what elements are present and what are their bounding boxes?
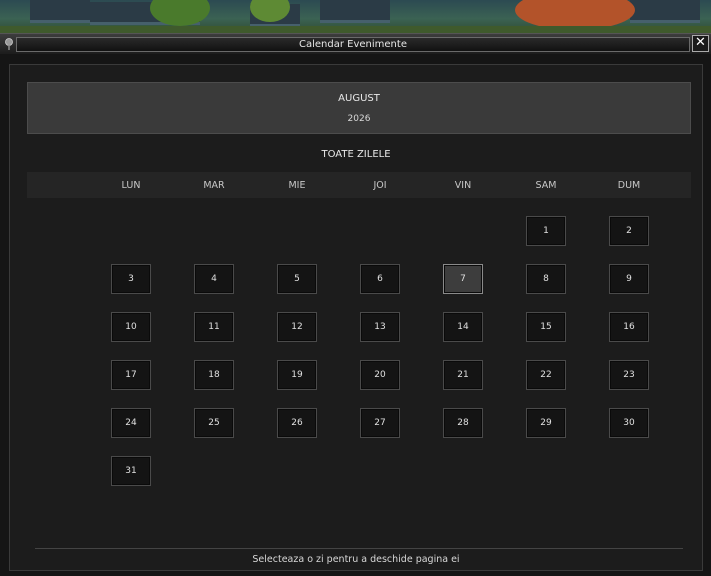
- day-button-5[interactable]: 5: [277, 264, 317, 294]
- calendar-window: Calendar Evenimente ✕ AUGUST 2026 TOATE …: [0, 33, 711, 576]
- day-button-31[interactable]: 31: [111, 456, 151, 486]
- weekday-joi: JOI: [373, 180, 387, 191]
- weekday-dum: DUM: [617, 180, 641, 191]
- day-button-23[interactable]: 23: [609, 360, 649, 390]
- pin-icon[interactable]: [4, 38, 14, 50]
- weekday-header: LUN MAR MIE JOI VIN SAM DUM: [27, 172, 691, 198]
- day-button-14[interactable]: 14: [443, 312, 483, 342]
- building-roof: [320, 0, 390, 23]
- day-button-16[interactable]: 16: [609, 312, 649, 342]
- title-frame: Calendar Evenimente: [16, 37, 690, 52]
- window-title: Calendar Evenimente: [299, 39, 407, 50]
- day-button-3[interactable]: 3: [111, 264, 151, 294]
- day-button-21[interactable]: 21: [443, 360, 483, 390]
- day-button-30[interactable]: 30: [609, 408, 649, 438]
- building-roof: [30, 0, 90, 23]
- day-button-28[interactable]: 28: [443, 408, 483, 438]
- day-button-29[interactable]: 29: [526, 408, 566, 438]
- footer-divider: [35, 548, 683, 549]
- day-button-25[interactable]: 25: [194, 408, 234, 438]
- day-button-19[interactable]: 19: [277, 360, 317, 390]
- month-label: AUGUST: [338, 93, 380, 104]
- weekday-mar: MAR: [203, 180, 225, 191]
- month-header: AUGUST 2026: [27, 82, 691, 134]
- day-button-17[interactable]: 17: [111, 360, 151, 390]
- day-button-27[interactable]: 27: [360, 408, 400, 438]
- year-label: 2026: [347, 114, 371, 124]
- day-button-12[interactable]: 12: [277, 312, 317, 342]
- day-button-26[interactable]: 26: [277, 408, 317, 438]
- footer-hint: Selecteaza o zi pentru a deschide pagina…: [252, 554, 460, 565]
- day-button-8[interactable]: 8: [526, 264, 566, 294]
- filter-label: TOATE ZILELE: [321, 149, 391, 160]
- title-bar[interactable]: Calendar Evenimente ✕: [0, 34, 711, 54]
- calendar-panel: AUGUST 2026 TOATE ZILELE LUN MAR MIE JOI VIN…: [9, 64, 703, 571]
- day-button-10[interactable]: 10: [111, 312, 151, 342]
- building-roof: [630, 0, 700, 23]
- day-button-24[interactable]: 24: [111, 408, 151, 438]
- weekday-lun: LUN: [121, 180, 141, 191]
- day-button-1[interactable]: 1: [526, 216, 566, 246]
- day-button-13[interactable]: 13: [360, 312, 400, 342]
- day-button-4[interactable]: 4: [194, 264, 234, 294]
- weekday-sam: SAM: [535, 180, 557, 191]
- day-button-2[interactable]: 2: [609, 216, 649, 246]
- game-background: [0, 0, 711, 34]
- weekday-mie: MIE: [288, 180, 306, 191]
- day-button-11[interactable]: 11: [194, 312, 234, 342]
- weekday-vin: VIN: [454, 180, 472, 191]
- close-button[interactable]: ✕: [692, 35, 709, 52]
- day-button-7[interactable]: 7: [443, 264, 483, 294]
- day-button-20[interactable]: 20: [360, 360, 400, 390]
- day-button-6[interactable]: 6: [360, 264, 400, 294]
- day-button-9[interactable]: 9: [609, 264, 649, 294]
- day-button-15[interactable]: 15: [526, 312, 566, 342]
- day-button-18[interactable]: 18: [194, 360, 234, 390]
- day-button-22[interactable]: 22: [526, 360, 566, 390]
